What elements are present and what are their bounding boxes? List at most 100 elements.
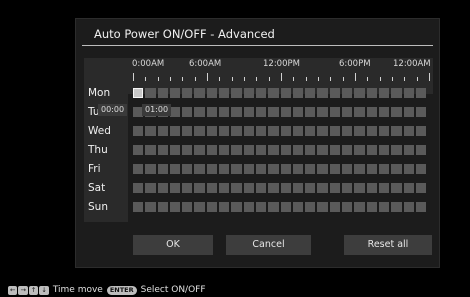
time-slot-cell[interactable]	[403, 202, 414, 212]
time-slot-cell[interactable]	[231, 88, 242, 98]
time-slot-cell[interactable]	[243, 126, 254, 136]
ok-button[interactable]: OK	[133, 235, 213, 255]
time-slot-cell[interactable]	[169, 88, 181, 98]
time-slot-cell[interactable]	[391, 202, 402, 212]
time-slot-cell[interactable]	[194, 126, 205, 136]
time-slot-cell[interactable]	[255, 126, 267, 136]
time-slot-cell[interactable]	[219, 88, 230, 98]
time-slot-cell[interactable]	[415, 126, 427, 136]
time-slot-cell[interactable]	[329, 183, 341, 193]
time-slot-cell[interactable]	[219, 107, 230, 117]
time-slot-cell[interactable]	[268, 126, 279, 136]
time-slot-cell[interactable]	[292, 107, 304, 117]
time-slots-sun[interactable]	[133, 202, 427, 212]
time-slot-cell[interactable]	[145, 126, 156, 136]
time-slot-cell[interactable]	[378, 202, 390, 212]
time-slot-cell[interactable]	[194, 88, 205, 98]
time-slot-cell[interactable]	[231, 202, 242, 212]
time-slot-cell[interactable]	[255, 183, 267, 193]
time-slot-cell[interactable]	[145, 88, 156, 98]
time-slot-cell[interactable]	[415, 202, 427, 212]
time-slot-cell[interactable]	[133, 164, 144, 174]
time-slots-wed[interactable]	[133, 126, 427, 136]
time-slot-cell[interactable]	[219, 145, 230, 155]
time-slot-cell[interactable]	[366, 202, 377, 212]
time-slot-cell[interactable]	[182, 126, 193, 136]
time-slot-cell[interactable]	[169, 202, 181, 212]
time-slot-cell[interactable]	[243, 202, 254, 212]
time-slot-cell[interactable]	[206, 164, 218, 174]
time-slot-cell[interactable]	[329, 164, 341, 174]
time-slot-cell[interactable]	[280, 183, 291, 193]
time-slot-cell[interactable]	[305, 164, 316, 174]
time-slot-cell[interactable]	[366, 183, 377, 193]
time-slot-cell[interactable]	[133, 126, 144, 136]
time-slot-cell[interactable]	[157, 126, 168, 136]
time-slot-cell[interactable]	[145, 183, 156, 193]
time-slot-cell[interactable]	[280, 126, 291, 136]
time-slots-tue[interactable]	[133, 107, 427, 117]
time-slot-cell[interactable]	[231, 107, 242, 117]
time-slot-cell[interactable]	[280, 202, 291, 212]
time-slot-cell[interactable]	[157, 88, 168, 98]
time-slot-cell[interactable]	[206, 126, 218, 136]
time-slot-cell[interactable]	[317, 107, 328, 117]
time-slot-cell[interactable]	[292, 164, 304, 174]
time-slot-cell[interactable]	[305, 126, 316, 136]
time-slot-cell[interactable]	[354, 126, 365, 136]
time-slot-cell[interactable]	[403, 126, 414, 136]
time-slot-cell[interactable]	[219, 202, 230, 212]
time-slot-cell[interactable]	[157, 164, 168, 174]
time-slot-cell[interactable]	[354, 145, 365, 155]
time-slot-cell[interactable]	[255, 145, 267, 155]
time-slot-cell[interactable]	[305, 202, 316, 212]
time-slot-cell[interactable]	[366, 126, 377, 136]
time-slot-cell[interactable]	[378, 88, 390, 98]
time-slot-cell[interactable]	[268, 183, 279, 193]
time-slots-thu[interactable]	[133, 145, 427, 155]
time-slot-cell[interactable]	[317, 183, 328, 193]
time-slot-cell[interactable]	[133, 202, 144, 212]
time-slot-cell[interactable]	[268, 202, 279, 212]
time-slot-cell[interactable]	[194, 107, 205, 117]
time-slot-cell[interactable]	[255, 202, 267, 212]
time-slot-cell[interactable]	[366, 107, 377, 117]
time-slot-cell[interactable]	[342, 164, 353, 174]
time-slot-cell[interactable]	[219, 126, 230, 136]
time-slot-cell[interactable]	[317, 88, 328, 98]
cancel-button[interactable]: Cancel	[226, 235, 311, 255]
time-slot-cell[interactable]	[255, 164, 267, 174]
time-slot-cell[interactable]	[317, 145, 328, 155]
time-slot-cell[interactable]	[342, 88, 353, 98]
time-slot-cell[interactable]	[219, 164, 230, 174]
time-slot-cell[interactable]	[206, 202, 218, 212]
time-slot-cell[interactable]	[280, 88, 291, 98]
time-slot-cell[interactable]	[366, 145, 377, 155]
time-slot-cell[interactable]	[403, 164, 414, 174]
time-slot-cell[interactable]	[391, 107, 402, 117]
time-slot-cell[interactable]	[342, 183, 353, 193]
time-slot-cell[interactable]	[169, 145, 181, 155]
time-slot-cell[interactable]	[305, 107, 316, 117]
time-slot-cell[interactable]	[378, 145, 390, 155]
time-slot-cell[interactable]	[329, 145, 341, 155]
time-slot-cell[interactable]	[194, 183, 205, 193]
time-slot-cell[interactable]	[378, 164, 390, 174]
time-slot-cell[interactable]	[391, 164, 402, 174]
time-slot-cell[interactable]	[366, 88, 377, 98]
time-slot-cell[interactable]	[243, 183, 254, 193]
time-slot-cell[interactable]	[354, 202, 365, 212]
time-slot-cell[interactable]	[342, 202, 353, 212]
time-slot-cell[interactable]	[157, 183, 168, 193]
time-slot-cell[interactable]	[243, 145, 254, 155]
time-slot-cell[interactable]	[342, 126, 353, 136]
time-slot-cell[interactable]	[391, 126, 402, 136]
time-slot-cell[interactable]	[243, 88, 254, 98]
time-slot-cell[interactable]	[145, 164, 156, 174]
time-slot-cell[interactable]	[268, 107, 279, 117]
time-slot-cell[interactable]	[169, 183, 181, 193]
time-slot-cell[interactable]	[255, 107, 267, 117]
time-slot-cell[interactable]	[403, 88, 414, 98]
time-slot-cell[interactable]	[305, 183, 316, 193]
time-slot-cell[interactable]	[206, 145, 218, 155]
